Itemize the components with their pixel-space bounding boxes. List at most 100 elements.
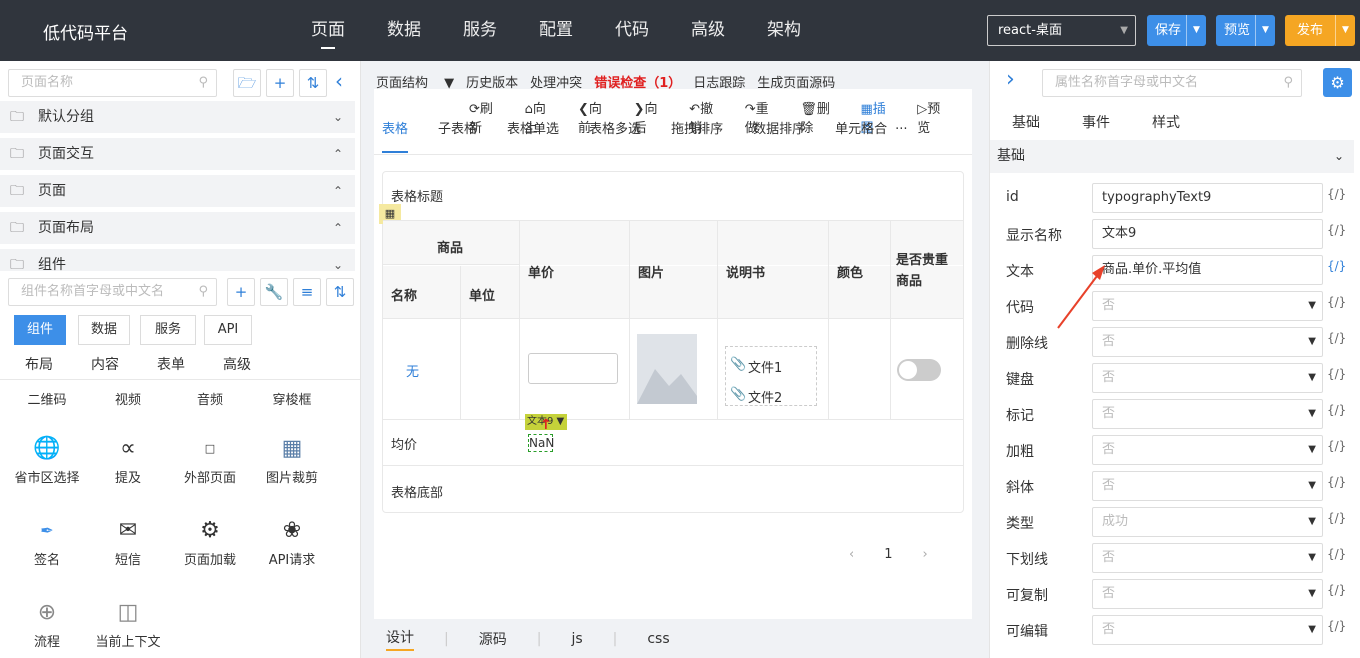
save-button[interactable]: 保存 ▼ xyxy=(1147,15,1206,46)
prop-input[interactable]: 商品.单价.平均值 xyxy=(1092,255,1323,285)
code-binding-icon[interactable]: {/} xyxy=(1327,511,1346,525)
section-header-basic[interactable]: 基础 ⌄ xyxy=(990,140,1354,173)
component-flow[interactable]: ⊕ 流程 xyxy=(7,595,87,650)
error-check-button[interactable]: 错误检查（1） xyxy=(594,72,681,91)
publish-dropdown-icon[interactable]: ▼ xyxy=(1335,15,1355,46)
nav-architecture[interactable]: 架构 xyxy=(746,0,822,61)
sort-icon[interactable]: ⇅ xyxy=(299,69,327,97)
prop-select[interactable]: 否 ▼ xyxy=(1092,615,1323,645)
tab-source[interactable]: 源码 xyxy=(479,629,507,649)
prop-input[interactable]: typographyText9 xyxy=(1092,183,1323,213)
collapse-left-icon[interactable]: ‹ xyxy=(335,69,343,93)
history-button[interactable]: 历史版本 xyxy=(466,72,518,91)
component-qrcode[interactable]: 二维码 xyxy=(7,389,87,408)
component-region[interactable]: 🌐 省市区选择 xyxy=(7,431,87,486)
more-tabs-button[interactable]: ··· xyxy=(895,119,907,154)
component-page-load[interactable]: ⚙ 页面加载 xyxy=(170,513,250,568)
code-binding-icon[interactable]: {/} xyxy=(1327,403,1346,417)
env-select[interactable]: react-桌面 ▼ xyxy=(987,15,1136,46)
group-components[interactable]: 🗀 组件 ⌄ xyxy=(0,249,355,271)
prop-input[interactable]: 文本9 xyxy=(1092,219,1323,249)
page-structure-button[interactable]: 页面结构 ▼ xyxy=(376,72,454,91)
group-page[interactable]: 🗀 页面 ⌃ xyxy=(0,175,355,207)
code-binding-icon[interactable]: {/} xyxy=(1327,295,1346,309)
group-default[interactable]: 🗀 默认分组 ⌄ xyxy=(0,101,355,133)
table-component[interactable]: 表格标题 ▦ 商品 名称 单位 单价 图片 说明书 颜色 是否贵重商品 无 📎 … xyxy=(379,171,964,513)
prop-select[interactable]: 否 ▼ xyxy=(1092,471,1323,501)
prop-select[interactable]: 成功 ▼ xyxy=(1092,507,1323,537)
prop-select[interactable]: 否 ▼ xyxy=(1092,363,1323,393)
wrench-icon[interactable]: 🔧 xyxy=(260,278,288,306)
prop-select[interactable]: 否 ▼ xyxy=(1092,327,1323,357)
code-binding-icon[interactable]: {/} xyxy=(1327,223,1346,237)
tab-css[interactable]: css xyxy=(647,631,669,647)
code-binding-icon[interactable]: {/} xyxy=(1327,439,1346,453)
tab-basic[interactable]: 基础 xyxy=(1012,112,1040,132)
add-folder-icon[interactable]: 🗁 xyxy=(233,69,261,97)
tab-multi-select[interactable]: 表格多选 xyxy=(589,119,641,154)
component-audio[interactable]: 音频 xyxy=(170,389,250,408)
nav-service[interactable]: 服务 xyxy=(442,0,518,61)
subtab-content[interactable]: 内容 xyxy=(91,354,119,374)
nav-config[interactable]: 配置 xyxy=(518,0,594,61)
nav-code[interactable]: 代码 xyxy=(594,0,670,61)
valuable-switch[interactable] xyxy=(897,359,941,381)
settings-gear-icon[interactable]: ⚙ xyxy=(1323,68,1352,97)
file-link[interactable]: 文件1 xyxy=(748,357,782,376)
preview-dropdown-icon[interactable]: ▼ xyxy=(1255,15,1275,46)
group-layout[interactable]: 🗀 页面布局 ⌃ xyxy=(0,212,355,244)
tab-drag-sort[interactable]: 拖拽排序 xyxy=(671,119,723,154)
save-dropdown-icon[interactable]: ▼ xyxy=(1186,15,1206,46)
code-binding-icon[interactable]: {/} xyxy=(1327,547,1346,561)
tab-data[interactable]: 数据 xyxy=(78,315,130,345)
code-binding-icon[interactable]: {/} xyxy=(1327,475,1346,489)
code-binding-icon[interactable]: {/} xyxy=(1327,187,1346,201)
tab-components[interactable]: 组件 xyxy=(14,315,66,345)
property-search-input[interactable]: 属性名称首字母或中文名 ⚲ xyxy=(1042,69,1302,97)
component-transfer[interactable]: 穿梭框 xyxy=(252,389,332,408)
tab-design[interactable]: 设计 xyxy=(386,627,414,651)
next-page-icon[interactable]: › xyxy=(922,547,927,562)
subtab-advanced[interactable]: 高级 xyxy=(223,354,251,374)
page-number[interactable]: 1 xyxy=(884,547,892,562)
group-page-interaction[interactable]: 🗀 页面交互 ⌃ xyxy=(0,138,355,170)
tab-styles[interactable]: 样式 xyxy=(1152,112,1180,132)
prop-select[interactable]: 否 ▼ xyxy=(1092,435,1323,465)
expand-right-icon[interactable]: › xyxy=(1006,67,1015,92)
prop-select[interactable]: 否 ▼ xyxy=(1092,579,1323,609)
component-search-input[interactable]: 组件名称首字母或中文名 ⚲ xyxy=(8,278,217,306)
generate-source-button[interactable]: 生成页面源码 xyxy=(757,72,835,91)
price-input[interactable] xyxy=(528,353,618,384)
tab-table[interactable]: 表格 xyxy=(382,119,409,153)
component-mention[interactable]: ∝ 提及 xyxy=(88,431,168,486)
code-binding-icon[interactable]: {/} xyxy=(1327,619,1346,633)
prop-select[interactable]: 否 ▼ xyxy=(1092,399,1323,429)
component-signature[interactable]: ✒ 签名 xyxy=(7,513,87,568)
publish-button[interactable]: 发布 ▼ xyxy=(1285,15,1355,46)
component-crop[interactable]: ▦ 图片裁剪 xyxy=(252,431,332,486)
tab-events[interactable]: 事件 xyxy=(1082,112,1110,132)
avg-value-text[interactable]: NaN xyxy=(528,434,554,452)
component-context[interactable]: ◫ 当前上下文 xyxy=(88,595,168,650)
component-video[interactable]: 视频 xyxy=(88,389,168,408)
indent-icon[interactable]: ≡ xyxy=(293,278,321,306)
prop-select[interactable]: 否 ▼ xyxy=(1092,543,1323,573)
tab-api[interactable]: API xyxy=(204,315,252,345)
tab-js[interactable]: js xyxy=(571,631,582,647)
code-binding-icon[interactable]: {/} xyxy=(1327,331,1346,345)
subtab-form[interactable]: 表单 xyxy=(157,354,185,374)
nav-page[interactable]: 页面 xyxy=(290,0,366,61)
cell-name-value[interactable]: 无 xyxy=(406,361,419,380)
tab-data-sort[interactable]: 数据排序 xyxy=(753,119,805,154)
nav-data[interactable]: 数据 xyxy=(366,0,442,61)
tab-cell-merge[interactable]: 单元格合 xyxy=(835,119,887,154)
component-sms[interactable]: ✉ 短信 xyxy=(88,513,168,568)
tab-subtable[interactable]: 子表格 xyxy=(438,119,477,154)
code-binding-icon[interactable]: {/} xyxy=(1327,367,1346,381)
sort-icon[interactable]: ⇅ xyxy=(326,278,354,306)
component-api-request[interactable]: ❀ API请求 xyxy=(252,513,332,568)
conflict-button[interactable]: 处理冲突 xyxy=(530,72,582,91)
prop-select[interactable]: 否 ▼ xyxy=(1092,291,1323,321)
add-page-icon[interactable]: + xyxy=(266,69,294,97)
code-binding-icon[interactable]: {/} xyxy=(1327,259,1346,273)
